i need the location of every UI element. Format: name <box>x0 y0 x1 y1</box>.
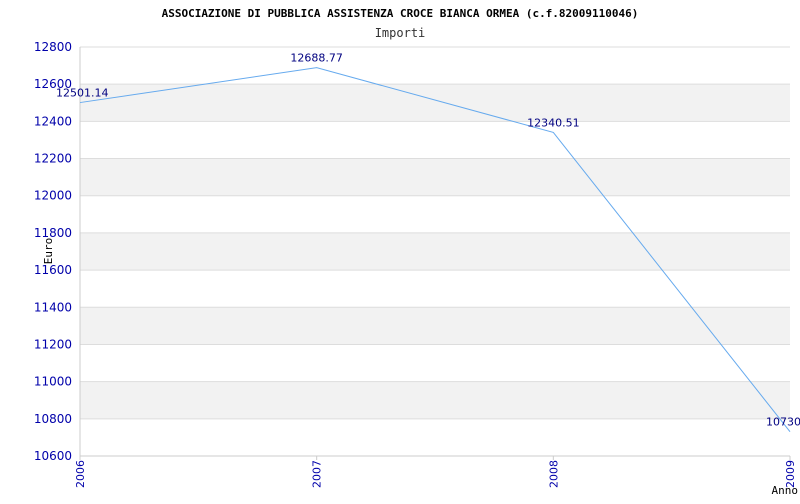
background-band <box>80 84 790 122</box>
x-tick-label: 2007 <box>311 460 324 488</box>
x-tick-label: 2006 <box>74 460 87 488</box>
data-label: 12501.14 <box>56 87 109 100</box>
background-band <box>80 158 790 196</box>
x-tick-labels: 2006 2007 2008 2009 <box>74 456 797 488</box>
background-band <box>80 232 790 271</box>
data-label: 12688.77 <box>290 52 343 65</box>
y-tick-label: 12000 <box>34 189 72 203</box>
chart-container: 10600 10800 11000 11200 11400 11600 11800 12000… <box>0 0 800 500</box>
background-band <box>80 418 790 456</box>
background-bands <box>80 47 790 456</box>
background-band <box>80 307 790 345</box>
y-tick-label: 12400 <box>34 114 72 128</box>
data-label: 12340.51 <box>527 116 580 129</box>
y-tick-label: 12200 <box>34 152 72 166</box>
y-axis-label: Euro <box>42 238 55 265</box>
y-tick-label: 11000 <box>34 375 72 389</box>
y-tick-label: 12800 <box>34 40 72 54</box>
y-tick-label: 10600 <box>34 449 72 463</box>
chart-subtitle: Importi <box>375 26 426 40</box>
y-tick-label: 11400 <box>34 300 72 314</box>
background-band <box>80 381 790 419</box>
x-tick-label: 2008 <box>547 460 560 488</box>
background-band <box>80 344 790 382</box>
line-chart: 1060010800110001120011400116001180012000… <box>34 7 800 497</box>
y-tick-label: 11200 <box>34 337 72 351</box>
data-label: 10730.6 <box>766 416 800 429</box>
background-band <box>80 47 790 85</box>
x-axis-label: Anno <box>772 484 799 497</box>
background-band <box>80 121 790 159</box>
chart-title: ASSOCIAZIONE DI PUBBLICA ASSISTENZA CROC… <box>162 7 639 20</box>
background-band <box>80 270 790 308</box>
background-band <box>80 195 790 233</box>
y-tick-label: 10800 <box>34 412 72 426</box>
